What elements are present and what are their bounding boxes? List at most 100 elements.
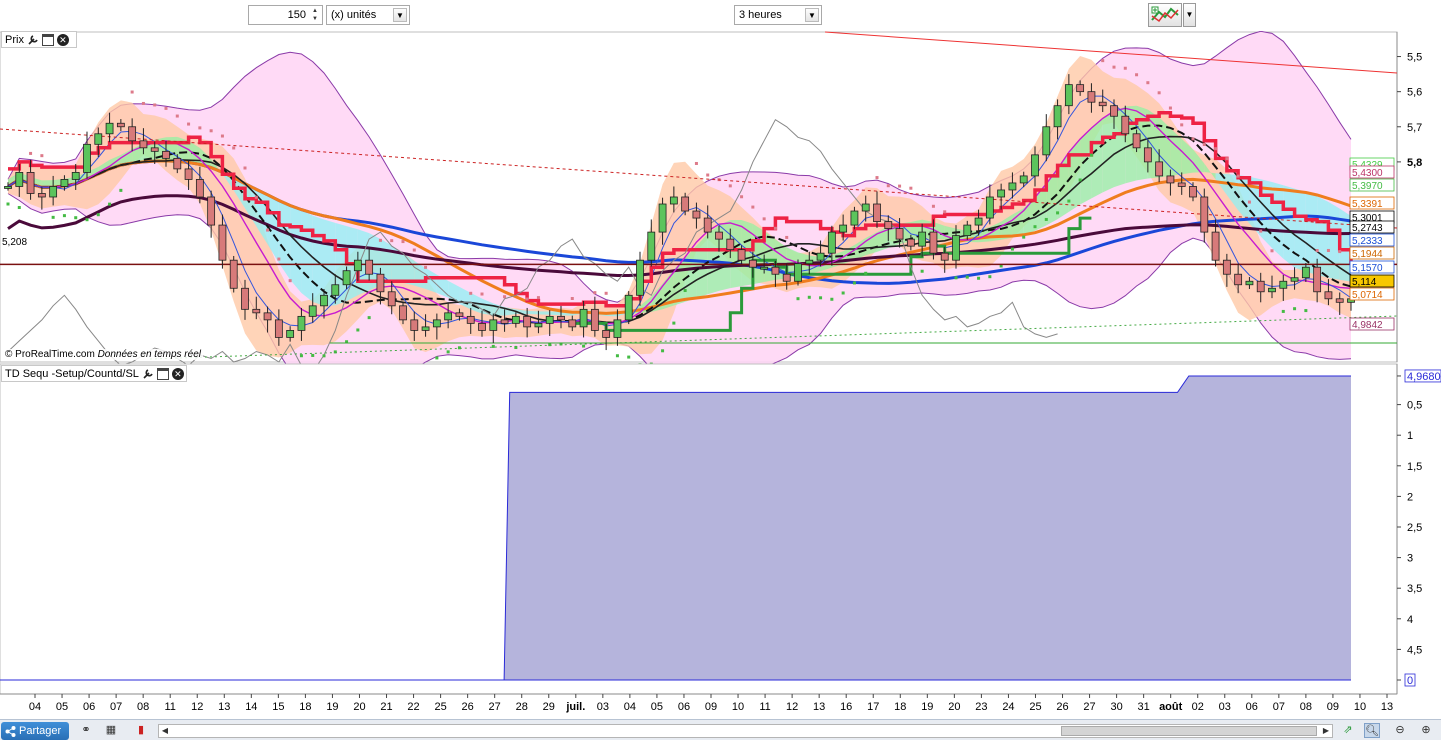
price-tick-label: 5,5 (1407, 52, 1422, 64)
parabolic-sar-dot (582, 344, 586, 348)
zoom-out-icon[interactable]: ⊖ (1392, 723, 1408, 738)
price-tag-label: 5,2333 (1352, 236, 1383, 247)
bull-candle (1290, 277, 1299, 282)
wrench-icon[interactable] (27, 34, 39, 46)
bottom-bar: Partager ⚭ ▦ ▮ ◀ ▶ ⇗ 🔍︎ ⊖ ⊕ (0, 719, 1441, 740)
indicator-panel-title: TD Sequ -Setup/Countd/SL (5, 367, 139, 380)
bear-candle (602, 330, 611, 338)
parabolic-sar-dot (525, 297, 529, 301)
bull-candle (49, 186, 58, 198)
x-tick-label: 20 (353, 701, 365, 713)
bear-candle (692, 210, 701, 219)
auto-scroll-icon[interactable]: ⇗ (1340, 723, 1356, 738)
price-tag-label: 5,3970 (1352, 181, 1383, 192)
wrench-icon[interactable] (142, 368, 154, 380)
chevron-down-icon[interactable]: ▼ (393, 8, 407, 22)
parabolic-sar-dot (852, 281, 856, 285)
x-tick-label: 11 (759, 701, 770, 713)
parabolic-sar-dot (1044, 217, 1048, 221)
calculator-icon[interactable]: ▦ (103, 723, 119, 738)
bear-candle (884, 221, 893, 229)
scroll-thumb[interactable] (1061, 726, 1317, 736)
parabolic-sar-dot (773, 226, 777, 230)
bull-candle (850, 210, 859, 226)
close-icon[interactable]: ✕ (171, 367, 184, 380)
horizontal-scrollbar[interactable]: ◀ ▶ (158, 724, 1333, 738)
bull-candle (545, 315, 554, 324)
maximize-icon[interactable] (156, 367, 169, 380)
bear-candle (1155, 161, 1164, 177)
link-icon[interactable]: ⚭ (78, 723, 94, 738)
price-axis (1397, 32, 1441, 362)
bear-candle (1211, 231, 1220, 261)
parabolic-sar-dot (491, 344, 495, 348)
bull-candle (421, 326, 430, 331)
bull-candle (1245, 280, 1254, 286)
chevron-down-icon[interactable]: ▼ (805, 8, 819, 22)
quantity-stepper[interactable]: ▲ ▼ (309, 7, 321, 23)
bull-candle (613, 319, 622, 338)
parabolic-sar-dot (401, 240, 405, 244)
zoom-in-icon[interactable]: ⊕ (1418, 723, 1434, 738)
parabolic-sar-dot (1157, 91, 1161, 95)
parabolic-sar-dot (785, 235, 789, 239)
parabolic-sar-dot (1033, 225, 1037, 229)
ichimoku-cloud-segment (290, 205, 302, 293)
bear-candle (466, 315, 475, 324)
bull-candle (4, 186, 12, 189)
indicator-tick-label: 0 (1407, 675, 1413, 687)
bear-candle (1335, 298, 1344, 303)
zoom-box-icon[interactable]: 🔍︎ (1364, 723, 1380, 738)
x-tick-label: 03 (597, 701, 609, 713)
period-select[interactable]: 3 heures ▼ (734, 5, 822, 25)
bear-candle (139, 140, 148, 149)
parabolic-sar-dot (1270, 249, 1274, 253)
bear-candle (387, 291, 396, 307)
bear-candle (274, 319, 283, 338)
x-tick-label: 13 (813, 701, 825, 713)
scroll-left-icon[interactable]: ◀ (159, 725, 171, 737)
bull-candle (444, 312, 453, 321)
parabolic-sar-dot (1078, 178, 1082, 182)
bear-candle (782, 273, 791, 282)
add-indicator-button[interactable] (1148, 3, 1182, 27)
quantity-input[interactable]: 150 ▲ ▼ (248, 5, 323, 25)
indicator-tick-label: 0,5 (1407, 400, 1422, 412)
parabolic-sar-dot (220, 134, 224, 138)
indicator-axis-labels: 0 4,5 4 3,5 3 2,5 2 1,5 1 0,5 4,9680 (1397, 369, 1441, 687)
bull-candle (658, 203, 667, 233)
bear-candle (376, 273, 385, 293)
units-select[interactable]: (x) unités ▼ (326, 5, 410, 25)
parabolic-sar-dot (1101, 59, 1105, 63)
bear-candle (1166, 175, 1175, 184)
x-axis: 04 05 06 07 08 11 12 13 14 15 18 19 20 21 22 25 26 27 28 29… (29, 694, 1393, 713)
share-button[interactable]: Partager (1, 722, 69, 740)
bull-candle (1279, 280, 1288, 289)
x-tick-label: 23 (975, 701, 987, 713)
chevron-down-icon[interactable]: ▼ (1183, 3, 1196, 27)
price-tag-label: 4,9842 (1352, 320, 1383, 331)
bull-candle (1053, 105, 1062, 128)
bull-candle (760, 266, 769, 270)
x-tick-label: 09 (1327, 701, 1339, 713)
indicator-tick-label: 3 (1407, 553, 1413, 565)
x-tick-label: 06 (83, 701, 95, 713)
bear-candle (1132, 133, 1141, 149)
maximize-icon[interactable] (41, 33, 54, 46)
indicator-tick-label: 4,5 (1407, 644, 1422, 656)
bear-candle (1110, 105, 1118, 117)
bear-candle (162, 150, 170, 159)
x-tick-label: 30 (1110, 701, 1122, 713)
bear-candle (218, 224, 227, 261)
candlestick-icon[interactable]: ▮ (133, 723, 149, 738)
parabolic-sar-dot (1056, 211, 1060, 215)
bull-candle (1301, 266, 1310, 279)
parabolic-sar-dot (356, 328, 360, 332)
bull-candle (624, 294, 633, 321)
parabolic-sar-dot (1281, 309, 1285, 313)
price-tag-label: 5,1570 (1352, 263, 1383, 274)
parabolic-sar-dot (909, 186, 913, 190)
close-icon[interactable]: ✕ (56, 33, 69, 46)
scroll-right-icon[interactable]: ▶ (1320, 725, 1332, 737)
bear-candle (399, 305, 407, 321)
